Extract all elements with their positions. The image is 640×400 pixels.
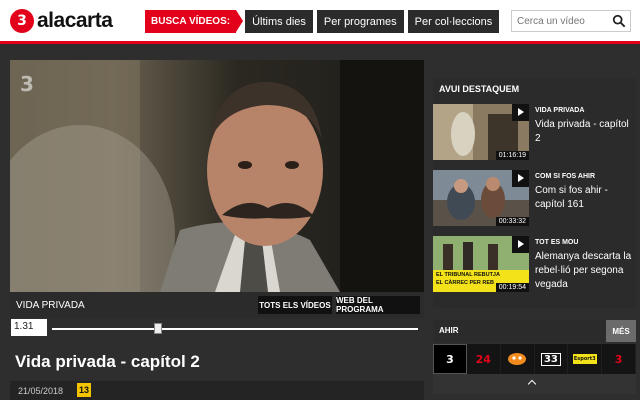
featured-title[interactable]: Vida privada - capítol 2 bbox=[535, 118, 635, 146]
meta-bar: 21/05/2018 13 bbox=[10, 381, 424, 400]
video-duration: 00:33:32 bbox=[495, 217, 529, 226]
progress-thumb[interactable] bbox=[154, 323, 163, 334]
chevron-up-icon bbox=[527, 379, 537, 389]
featured-category: TOT ES MOU bbox=[535, 239, 579, 246]
header: 3 alacarta BUSCA VÍDEOS: Últims dies Per… bbox=[0, 0, 640, 44]
channel-33-icon[interactable]: 33 bbox=[535, 344, 569, 374]
nav-ultims-dies[interactable]: Últims dies bbox=[245, 10, 313, 33]
nav-busca-label: BUSCA VÍDEOS: bbox=[145, 10, 244, 33]
progress-row: 1.31 bbox=[10, 318, 424, 340]
video-duration: 01:16:19 bbox=[495, 151, 529, 160]
channel-tv3cat-icon[interactable]: 3 bbox=[602, 344, 636, 374]
featured-item[interactable]: 01:16:19 VIDA PRIVADA Vida privada - cap… bbox=[433, 104, 636, 168]
featured-thumbnail[interactable]: 00:33:32 bbox=[433, 170, 529, 226]
channel-esport3-label: Esport3 bbox=[572, 354, 597, 364]
play-icon bbox=[512, 104, 529, 121]
news-overlay-line1: EL TRIBUNAL REBUTJA bbox=[436, 272, 500, 278]
program-bar: VIDA PRIVADA TOTS ELS VÍDEOS WEB DEL PRO… bbox=[10, 292, 424, 318]
age-rating-badge: 13 bbox=[77, 383, 91, 397]
logo-text: alacarta bbox=[37, 9, 113, 32]
news-overlay-line2: EL CÀRREC PER REB bbox=[436, 280, 494, 286]
featured-item[interactable]: 00:33:32 COM SI FOS AHIR Com si fos ahir… bbox=[433, 170, 636, 234]
search-icon[interactable] bbox=[612, 14, 626, 28]
channel-super3-icon[interactable] bbox=[501, 344, 535, 374]
channel-tv3-icon[interactable]: 3 bbox=[433, 344, 467, 374]
featured-title[interactable]: Com si fos ahir - capítol 161 bbox=[535, 184, 635, 212]
current-time: 1.31 bbox=[11, 319, 47, 336]
featured-item[interactable]: EL TRIBUNAL REBUTJA EL CÀRREC PER REB 00… bbox=[433, 236, 636, 308]
progress-track[interactable] bbox=[52, 328, 418, 330]
video-player[interactable]: 3 bbox=[10, 60, 424, 292]
channel-tv3cat-label: 3 bbox=[614, 352, 623, 366]
broadcast-date: 21/05/2018 bbox=[18, 386, 64, 396]
featured-thumbnail[interactable]: 01:16:19 bbox=[433, 104, 529, 160]
featured-category: VIDA PRIVADA bbox=[535, 107, 585, 114]
featured-title[interactable]: Alemanya descarta la rebel·lió per segon… bbox=[535, 250, 635, 292]
nav-per-colleccions[interactable]: Per col·leccions bbox=[407, 10, 500, 33]
nav-per-programes[interactable]: Per programes bbox=[316, 10, 404, 33]
search-input[interactable] bbox=[512, 15, 608, 27]
channel-esport3-icon[interactable]: Esport3 bbox=[568, 344, 603, 374]
play-icon bbox=[512, 236, 529, 253]
featured-category: COM SI FOS AHIR bbox=[535, 173, 596, 180]
logo[interactable]: 3 alacarta bbox=[10, 9, 113, 33]
ahir-bar: AHIR MÉS bbox=[433, 320, 636, 342]
scroll-up-bar[interactable] bbox=[433, 374, 636, 394]
channel-324-icon[interactable]: 24 bbox=[467, 344, 501, 374]
super3-logo-icon bbox=[508, 353, 527, 365]
channel-strip: 3 24 33 Esport3 3 bbox=[433, 344, 636, 374]
video-duration: 00:19:54 bbox=[495, 283, 529, 292]
ahir-label: AHIR bbox=[439, 326, 459, 335]
main-nav: BUSCA VÍDEOS: Últims dies Per programes … bbox=[145, 10, 500, 33]
featured-sidebar: AVUI DESTAQUEM 01:16:19 VIDA PRIVADA Vid… bbox=[433, 78, 636, 308]
sidebar-title: AVUI DESTAQUEM bbox=[439, 84, 520, 94]
all-videos-button[interactable]: TOTS ELS VÍDEOS bbox=[258, 296, 332, 314]
episode-title: Vida privada - capítol 2 bbox=[15, 352, 200, 371]
search-box bbox=[511, 10, 631, 32]
tv3-logo-icon: 3 bbox=[10, 9, 34, 33]
featured-thumbnail[interactable]: EL TRIBUNAL REBUTJA EL CÀRREC PER REB 00… bbox=[433, 236, 529, 292]
program-name: VIDA PRIVADA bbox=[16, 300, 85, 311]
program-site-button[interactable]: WEB DEL PROGRAMA bbox=[336, 296, 420, 314]
more-button[interactable]: MÉS bbox=[606, 320, 636, 342]
play-icon bbox=[512, 170, 529, 187]
channel-watermark: 3 bbox=[20, 72, 34, 96]
video-scene bbox=[10, 60, 424, 292]
channel-33-label: 33 bbox=[540, 352, 561, 366]
